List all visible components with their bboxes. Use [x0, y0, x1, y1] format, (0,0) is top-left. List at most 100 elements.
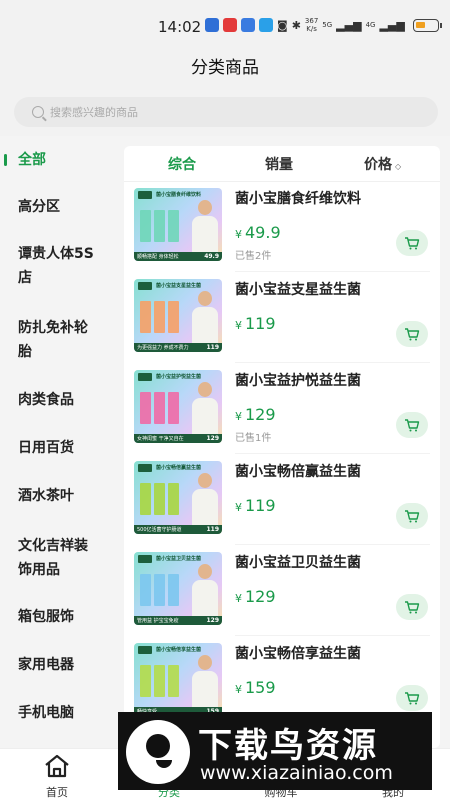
category-sidebar: 全部 高分区 谭贵人体5S店 防扎免补轮胎 肉类食品 日用百货 酒水茶叶 文化吉…: [0, 136, 114, 748]
sort-tab-comprehensive[interactable]: 综合: [168, 154, 196, 174]
product-item[interactable]: 菌小宝畅倍赢益生菌 500亿活菌守护肠道 119 菌小宝畅倍赢益生菌 ¥119: [134, 461, 430, 545]
nav-bar: 分类商品: [0, 50, 450, 90]
product-name[interactable]: 菌小宝畅倍享益生菌: [235, 643, 361, 663]
product-item[interactable]: 菌小宝益卫贝益生菌 管用益 护宝宝免疫 129 菌小宝益卫贝益生菌 ¥129: [134, 552, 430, 636]
watermark-overlay: 下载鸟资源 www.xiazainiao.com: [118, 712, 432, 790]
product-box: [140, 301, 151, 333]
category-item[interactable]: 日用百货: [0, 436, 74, 460]
nfc-icon: ◙: [277, 18, 288, 32]
product-image-price: 119: [206, 344, 219, 351]
net-speed: 367 K/s: [304, 17, 319, 33]
search-box[interactable]: [14, 97, 438, 127]
currency-symbol: ¥: [235, 592, 242, 605]
product-item[interactable]: 菌小宝膳食纤维饮料 顺畅搭配 身体轻松 49.9 菌小宝膳食纤维饮料 ¥49.9…: [134, 188, 430, 272]
category-item[interactable]: 酒水茶叶: [0, 484, 74, 508]
product-box: [154, 574, 165, 606]
product-box: [168, 665, 179, 697]
status-bar: 14:02 ◙ ✱ 367 K/s 5G ▂▄▆ 4G ▂▄▆: [0, 0, 450, 50]
price-value: 119: [245, 314, 276, 333]
product-image-strip: 为更强益力 养成不费力 119: [134, 343, 222, 352]
tab-home[interactable]: 首页: [22, 753, 92, 800]
spokesperson-figure: [192, 382, 218, 435]
product-image-strip: 顺畅搭配 身体轻松 49.9: [134, 252, 222, 261]
watermark-title: 下载鸟资源: [198, 726, 378, 766]
battery-icon: [412, 18, 439, 32]
category-item[interactable]: 家用电器: [0, 653, 74, 677]
category-item[interactable]: 防扎免补轮胎: [0, 316, 100, 364]
product-box: [168, 301, 179, 333]
signal-bars-icon: ▂▄▆: [379, 18, 405, 32]
brand-tag: [138, 646, 152, 654]
spokesperson-figure: [192, 655, 218, 708]
product-name[interactable]: 菌小宝益支星益生菌: [235, 279, 361, 299]
price-value: 119: [245, 496, 276, 515]
category-item[interactable]: 高分区: [0, 195, 60, 219]
row-divider: [235, 271, 430, 272]
product-box: [154, 665, 165, 697]
sold-count: 已售2件: [235, 251, 272, 262]
currency-symbol: ¥: [235, 410, 242, 423]
product-name[interactable]: 菌小宝益卫贝益生菌: [235, 552, 361, 572]
product-image-title: 菌小宝畅倍享益生菌: [156, 647, 202, 653]
add-to-cart-button[interactable]: [396, 412, 428, 438]
sort-tab-sales[interactable]: 销量: [265, 154, 293, 174]
category-item[interactable]: 文化吉祥装饰用品: [0, 534, 100, 582]
row-divider: [235, 453, 430, 454]
product-price: ¥129: [235, 587, 276, 606]
spokesperson-figure: [192, 291, 218, 344]
add-to-cart-button[interactable]: [396, 230, 428, 256]
category-item[interactable]: 肉类食品: [0, 388, 74, 412]
bird-logo-icon: [126, 720, 190, 784]
product-box: [140, 574, 151, 606]
sort-tab-price[interactable]: 价格 ◇: [364, 154, 401, 174]
product-name[interactable]: 菌小宝膳食纤维饮料: [235, 188, 361, 208]
category-item[interactable]: 手机电脑: [0, 701, 74, 725]
add-to-cart-button[interactable]: [396, 321, 428, 347]
product-image[interactable]: 菌小宝益支星益生菌 为更强益力 养成不费力 119: [134, 279, 222, 352]
product-box: [140, 483, 151, 515]
category-item-label: 谭贵人体5S店: [18, 246, 94, 286]
spokesperson-figure: [192, 473, 218, 526]
tab-home-label: 首页: [46, 786, 68, 799]
category-item-label: 文化吉祥装饰用品: [18, 538, 88, 578]
product-image[interactable]: 菌小宝畅倍享益生菌 畅快享受 159: [134, 643, 222, 716]
category-item-all[interactable]: 全部: [0, 148, 46, 172]
app-notification-icon: [223, 18, 237, 32]
cart-icon: [405, 510, 420, 523]
category-item[interactable]: 箱包服饰: [0, 605, 74, 629]
product-image[interactable]: 菌小宝畅倍赢益生菌 500亿活菌守护肠道 119: [134, 461, 222, 534]
product-box: [140, 392, 151, 424]
product-image-title: 菌小宝膳食纤维饮料: [156, 192, 202, 198]
status-icons: ◙ ✱ 367 K/s 5G ▂▄▆ 4G ▂▄▆: [205, 17, 442, 33]
product-name[interactable]: 菌小宝益护悦益生菌: [235, 370, 361, 390]
product-price: ¥159: [235, 678, 276, 697]
bluetooth-icon: ✱: [291, 18, 301, 32]
add-to-cart-button[interactable]: [396, 685, 428, 711]
status-time: 14:02: [158, 18, 202, 36]
product-item[interactable]: 菌小宝益支星益生菌 为更强益力 养成不费力 119 菌小宝益支星益生菌 ¥119: [134, 279, 430, 363]
category-item[interactable]: 谭贵人体5S店: [0, 242, 100, 290]
brand-tag: [138, 373, 152, 381]
spokesperson-figure: [192, 564, 218, 617]
search-input[interactable]: [50, 105, 350, 119]
product-name[interactable]: 菌小宝畅倍赢益生菌: [235, 461, 361, 481]
product-image-price: 49.9: [204, 253, 219, 260]
product-image[interactable]: 菌小宝益护悦益生菌 女神闺蜜 干净又自在 129: [134, 370, 222, 443]
add-to-cart-button[interactable]: [396, 594, 428, 620]
brand-tag: [138, 464, 152, 472]
add-to-cart-button[interactable]: [396, 503, 428, 529]
cart-icon: [405, 237, 420, 250]
product-price: ¥119: [235, 314, 276, 333]
page-title: 分类商品: [191, 58, 259, 78]
product-image[interactable]: 菌小宝益卫贝益生菌 管用益 护宝宝免疫 129: [134, 552, 222, 625]
product-image-slogan: 为更强益力 养成不费力: [137, 345, 189, 351]
product-image[interactable]: 菌小宝膳食纤维饮料 顺畅搭配 身体轻松 49.9: [134, 188, 222, 261]
currency-symbol: ¥: [235, 228, 242, 241]
product-box: [140, 665, 151, 697]
row-divider: [235, 544, 430, 545]
product-image-slogan: 女神闺蜜 干净又自在: [137, 436, 184, 442]
product-item[interactable]: 菌小宝益护悦益生菌 女神闺蜜 干净又自在 129 菌小宝益护悦益生菌 ¥129 …: [134, 370, 430, 454]
watermark-url: www.xiazainiao.com: [200, 762, 393, 784]
signal-bars-icon: ▂▄▆: [336, 18, 362, 32]
app-notification-icon: [241, 18, 255, 32]
